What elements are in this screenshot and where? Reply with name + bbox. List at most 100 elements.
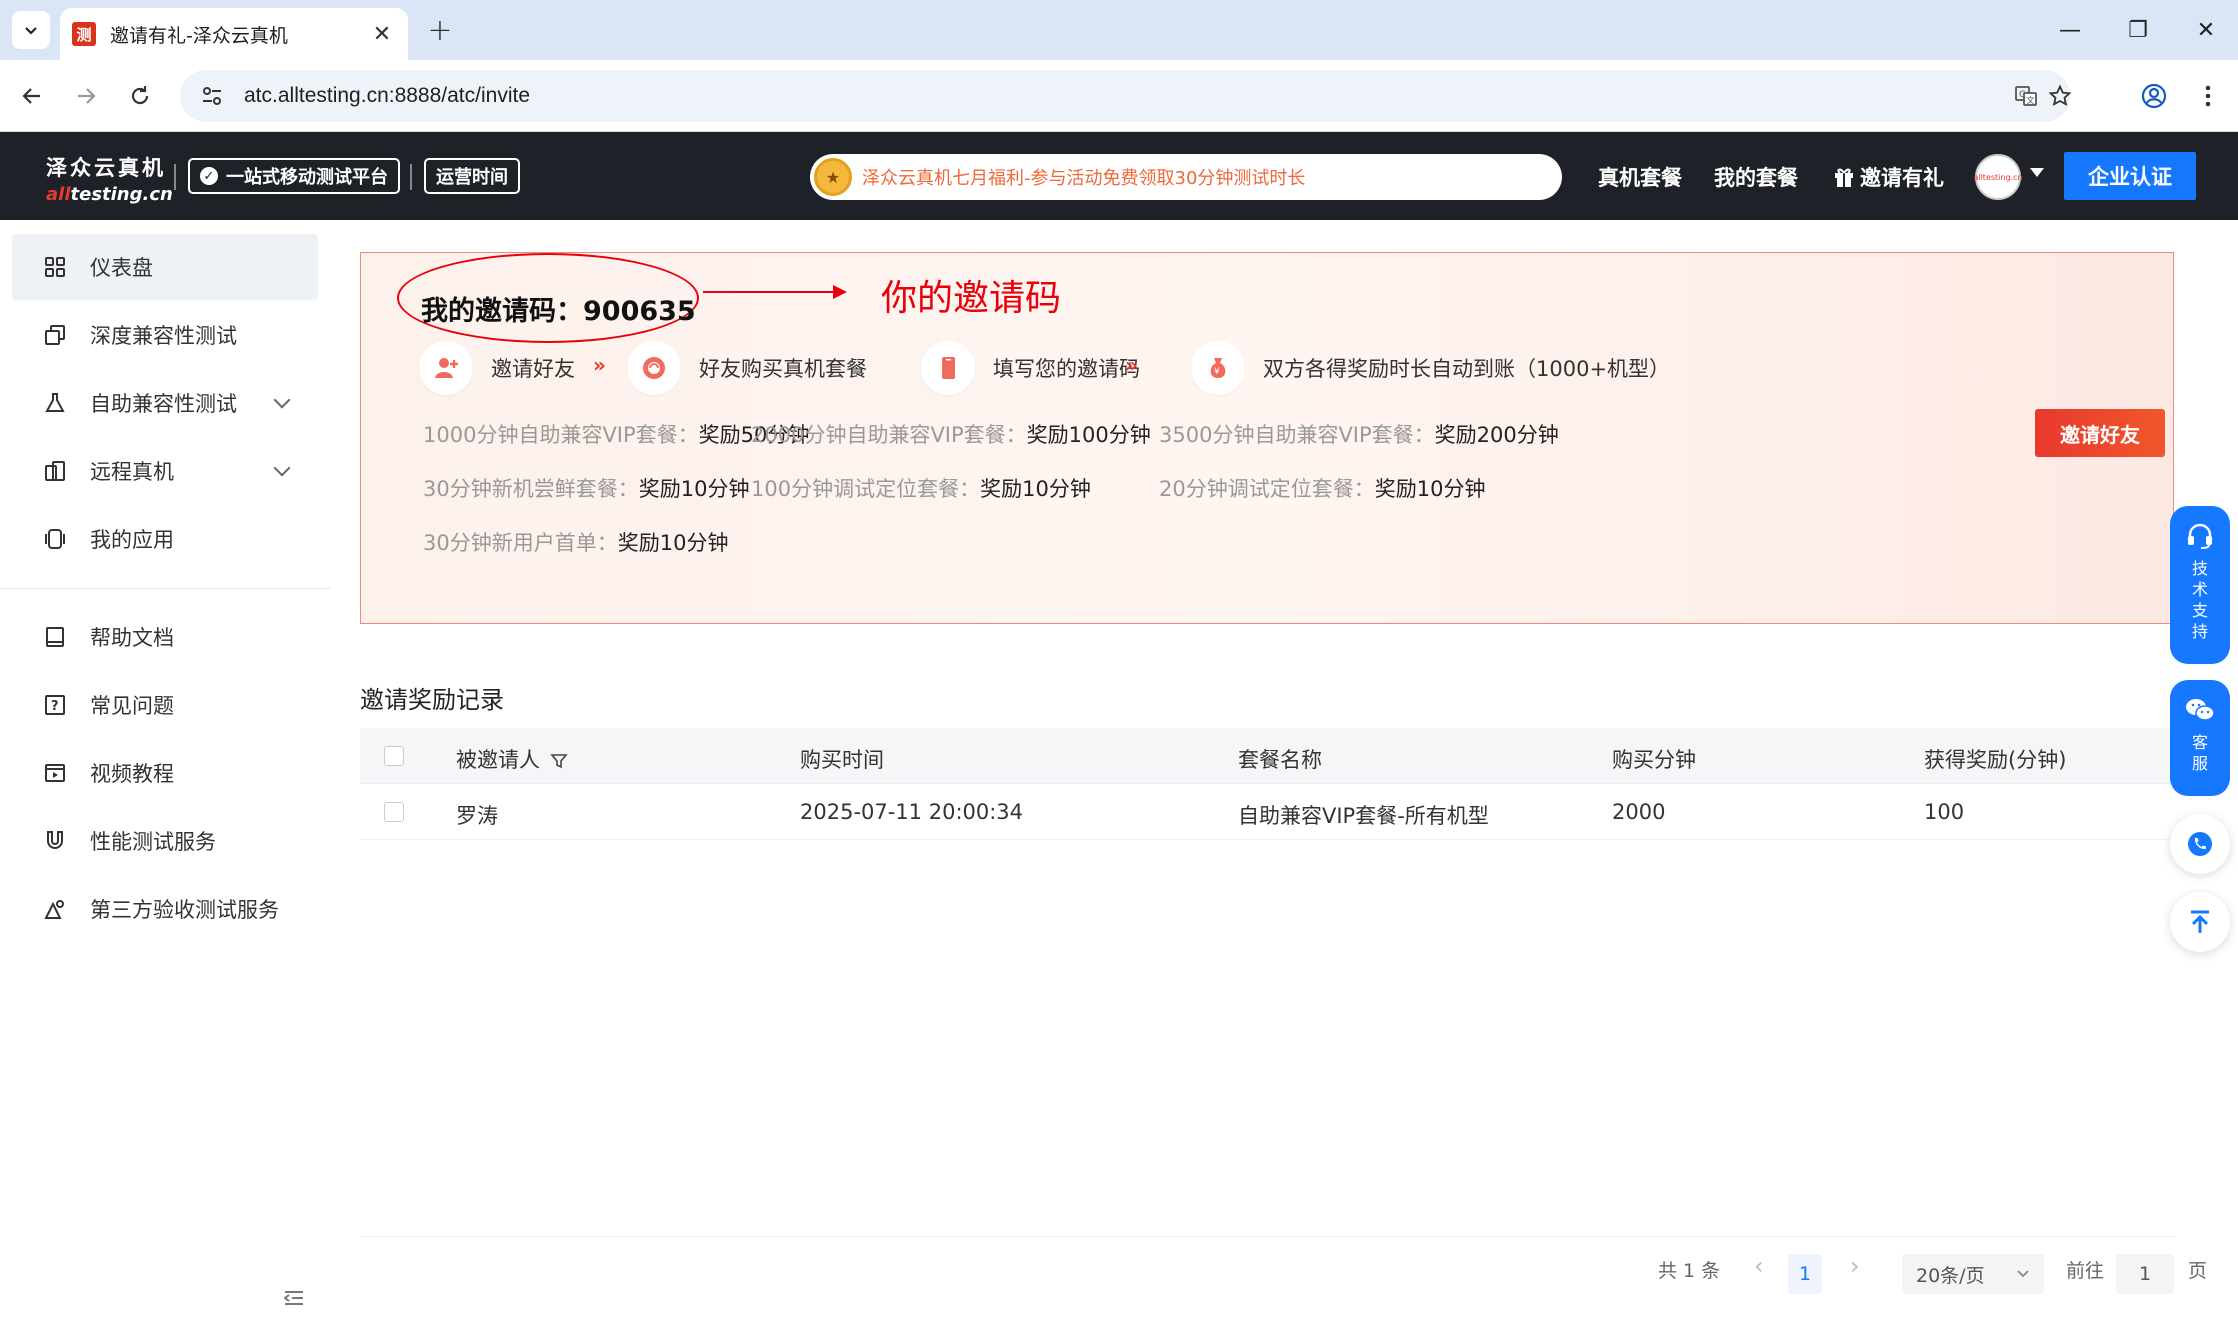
back-to-top-button[interactable]: [2170, 892, 2230, 952]
tech-support-button[interactable]: 技术支持: [2170, 506, 2230, 664]
close-window-button[interactable]: ✕: [2186, 12, 2226, 48]
browser-toolbar: atc.alltesting.cn:8888/atc/invite G文: [0, 60, 2238, 132]
enterprise-auth-button[interactable]: 企业认证: [2064, 152, 2196, 200]
sidebar-divider: [0, 588, 330, 589]
table-cell: 100: [1924, 800, 1965, 824]
copy-icon: [42, 322, 68, 348]
restore-button[interactable]: ❐: [2118, 12, 2158, 48]
step-fill-code: 填写您的邀请码: [921, 341, 1140, 395]
column-header: 获得奖励(分钟): [1924, 748, 2067, 772]
device-icon: [42, 458, 68, 484]
table-cell: 2000: [1612, 800, 1666, 824]
add-user-icon: [419, 341, 473, 395]
reload-button[interactable]: [122, 78, 158, 114]
sidebar-item-performance[interactable]: 性能测试服务: [12, 808, 318, 874]
page-suffix: 页: [2188, 1260, 2208, 1282]
sidebar-item-video-tutorials[interactable]: 视频教程: [12, 740, 318, 806]
records-title: 邀请奖励记录: [360, 686, 504, 714]
reward-item: 30分钟新机尝鲜套餐：奖励10分钟: [423, 477, 750, 501]
video-icon: [42, 760, 68, 786]
column-header: 购买分钟: [1612, 748, 1696, 772]
next-page-button[interactable]: ›: [1850, 1252, 1860, 1280]
dashboard-icon: [42, 254, 68, 280]
filter-icon[interactable]: [550, 752, 568, 770]
chevron-down-icon: [273, 459, 291, 477]
sidebar-item-third-party[interactable]: 第三方验收测试服务: [12, 876, 318, 942]
headset-icon: [2188, 523, 2212, 549]
avatar[interactable]: alltesting.cn: [1973, 154, 2023, 200]
phone-icon: [2188, 832, 2212, 856]
sidebar-item-faq[interactable]: ? 常见问题: [12, 672, 318, 738]
chevron-down-icon: [25, 27, 37, 35]
sidebar-item-deep-compat[interactable]: 深度兼容性测试: [12, 302, 318, 368]
step-arrow-icon: »: [593, 353, 606, 377]
tab-close-icon[interactable]: ✕: [370, 22, 394, 47]
prev-page-button[interactable]: ‹: [1754, 1252, 1764, 1280]
book-icon: [42, 624, 68, 650]
minimize-button[interactable]: —: [2050, 12, 2090, 48]
reward-item: 30分钟新用户首单：奖励10分钟: [423, 531, 729, 555]
page-number-1[interactable]: 1: [1788, 1254, 1822, 1294]
nav-device-packages[interactable]: 真机套餐: [1598, 162, 1682, 192]
step-friend-buy: 好友购买真机套餐: [627, 341, 867, 395]
address-bar[interactable]: atc.alltesting.cn:8888/atc/invite G文: [180, 70, 2072, 122]
header-divider: [410, 164, 412, 190]
table-header: 被邀请人 购买时间 套餐名称 购买分钟 获得奖励(分钟): [360, 728, 2174, 784]
check-circle-icon: ✓: [200, 167, 218, 185]
platform-badge: ✓ 一站式移动测试平台: [188, 158, 400, 194]
invite-friend-button[interactable]: 邀请好友: [2035, 409, 2165, 457]
reload-icon: [131, 86, 149, 105]
step-invite-friend: 邀请好友: [419, 341, 575, 395]
site-header: 泽众云真机 alltesting.cn ✓ 一站式移动测试平台 运营时间 ★ 泽…: [0, 132, 2238, 220]
table-cell: 2025-07-11 20:00:34: [800, 800, 1024, 824]
svg-text:文: 文: [2027, 95, 2035, 105]
phone-call-button[interactable]: [2170, 814, 2230, 874]
reward-item: 3500分钟自助兼容VIP套餐：奖励200分钟: [1159, 423, 1559, 447]
sidebar-item-help-docs[interactable]: 帮助文档: [12, 604, 318, 670]
tab-invite[interactable]: 测 邀请有礼-泽众云真机 ✕: [60, 8, 408, 60]
badge-icon: [42, 896, 68, 922]
translate-icon[interactable]: G文: [2010, 80, 2042, 112]
customer-service-button[interactable]: 客服: [2170, 680, 2230, 796]
column-header: 被邀请人: [456, 744, 568, 774]
site-info-icon[interactable]: [198, 82, 226, 110]
pagination-divider: [360, 1236, 2174, 1237]
site-logo[interactable]: 泽众云真机 alltesting.cn: [46, 152, 173, 205]
forward-button[interactable]: [68, 78, 104, 114]
operating-hours-badge[interactable]: 运营时间: [424, 158, 520, 194]
browser-tab-bar: 测 邀请有礼-泽众云真机 ✕ + — ❐ ✕: [0, 0, 2238, 60]
sidebar: 仪表盘 深度兼容性测试 自助兼容性测试 远程真机 我的应用 帮助文档 ? 常见问…: [0, 220, 330, 1326]
app-icon: [42, 526, 68, 552]
reward-item: 20分钟调试定位套餐：奖励10分钟: [1159, 477, 1486, 501]
caret-down-icon[interactable]: [2030, 168, 2044, 177]
annotation-text: 你的邀请码: [881, 278, 1062, 319]
back-button[interactable]: [14, 78, 50, 114]
collapse-sidebar-icon[interactable]: [282, 1286, 306, 1310]
nav-my-packages[interactable]: 我的套餐: [1714, 162, 1798, 192]
magnet-icon: [42, 828, 68, 854]
invite-code: 我的邀请码：900635: [421, 296, 696, 327]
page-size-select[interactable]: 20条/页: [1902, 1254, 2044, 1294]
chevron-down-icon: [2017, 1270, 2029, 1278]
goto-page-input[interactable]: 1: [2116, 1254, 2174, 1294]
profile-icon[interactable]: [2136, 78, 2172, 114]
sidebar-item-self-compat[interactable]: 自助兼容性测试: [12, 370, 318, 436]
site-favicon-icon: 测: [72, 22, 96, 46]
nav-invite[interactable]: 邀请有礼: [1834, 162, 1944, 192]
gift-icon: [1835, 168, 1853, 187]
money-bag-icon: ¥: [1191, 341, 1245, 395]
new-tab-button[interactable]: +: [422, 12, 458, 48]
sidebar-item-my-apps[interactable]: 我的应用: [12, 506, 318, 572]
sidebar-item-dashboard[interactable]: 仪表盘: [12, 234, 318, 300]
arrow-right-icon: [78, 88, 96, 104]
arrow-up-icon: [2191, 910, 2209, 933]
promo-banner[interactable]: ★ 泽众云真机七月福利-参与活动免费领取30分钟测试时长: [810, 154, 1562, 200]
annotation-arrow: [703, 285, 847, 299]
sidebar-item-remote-device[interactable]: 远程真机: [12, 438, 318, 504]
bookmark-star-icon[interactable]: [2044, 80, 2076, 112]
row-checkbox[interactable]: [384, 802, 404, 822]
select-all-checkbox[interactable]: [384, 746, 404, 766]
tab-search-button[interactable]: [12, 11, 50, 49]
invite-card: 我的邀请码：900635 你的邀请码 邀请好友 » 好友购买真机套餐 填写您的邀…: [360, 252, 2174, 624]
more-menu-icon[interactable]: [2190, 78, 2226, 114]
